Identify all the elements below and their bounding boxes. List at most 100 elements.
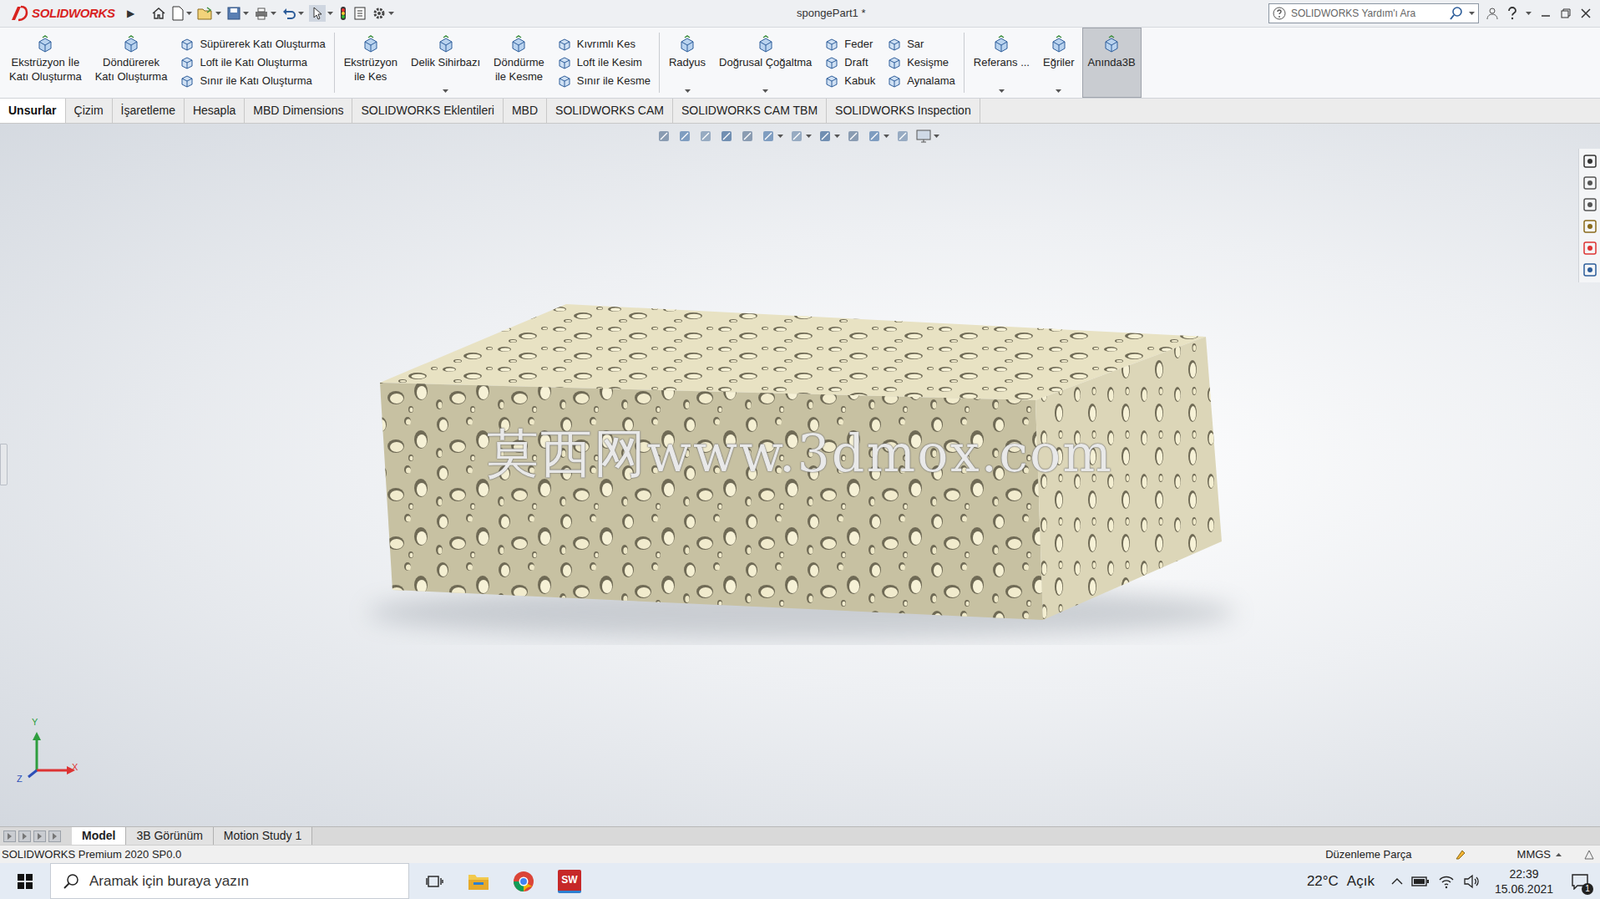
home-icon[interactable] (151, 5, 167, 21)
display-style-icon[interactable] (789, 128, 805, 144)
save-icon[interactable] (226, 5, 242, 21)
ribbon-small-button[interactable]: Loft ile Kesim (555, 54, 653, 72)
ribbon-button[interactable]: Delik Sihirbazı (405, 27, 487, 98)
new-file-icon[interactable] (171, 5, 185, 21)
dropdown-caret-icon[interactable] (684, 89, 691, 94)
model-tab[interactable]: 3B Görünüm (126, 826, 213, 845)
ribbon-button[interactable]: Doğrusal Çoğaltma (713, 27, 818, 98)
dropdown-caret-icon[interactable] (442, 89, 449, 94)
hud-button[interactable] (895, 128, 911, 144)
dropdown-caret-icon[interactable] (327, 11, 334, 16)
reference-triad[interactable]: YXZ (15, 726, 82, 785)
show-hidden-icons[interactable] (1391, 876, 1403, 886)
search-icon[interactable] (1448, 5, 1464, 21)
weather-condition[interactable]: Açık (1346, 870, 1375, 892)
hud-button[interactable] (656, 128, 672, 144)
units-caret-icon[interactable] (1555, 851, 1562, 856)
toolbar-button[interactable] (338, 5, 349, 21)
dropdown-caret-icon[interactable] (883, 134, 890, 139)
toolbar-button[interactable] (281, 5, 304, 21)
dropdown-caret-icon[interactable] (1525, 11, 1532, 16)
dropdown-caret-icon[interactable] (834, 134, 841, 139)
view-orientation-icon[interactable] (760, 128, 776, 144)
ribbon-button[interactable]: Ekstrüzyonile Kes (338, 27, 404, 98)
hud-button[interactable] (760, 128, 784, 144)
ribbon-small-button[interactable]: Aynalama (885, 72, 957, 91)
dropdown-caret-icon[interactable] (762, 89, 769, 94)
toolbar-button[interactable] (151, 5, 167, 21)
graphics-area[interactable]: 莫西网www.3dmox.comYXZ (0, 123, 1600, 826)
dropdown-caret-icon[interactable] (186, 11, 193, 16)
file-explorer-icon[interactable] (1582, 197, 1598, 213)
display-settings-button[interactable] (915, 128, 940, 144)
dynamic-annotation-icon[interactable] (739, 128, 755, 144)
custom-properties-icon[interactable] (1582, 262, 1598, 278)
dropdown-caret-icon[interactable] (1468, 11, 1475, 16)
dropdown-caret-icon[interactable] (215, 11, 222, 16)
previous-tab-icon[interactable] (18, 830, 31, 842)
clock[interactable]: 22:3915.06.2021 (1488, 865, 1560, 897)
toolbar-button[interactable] (353, 5, 367, 21)
user-icon[interactable] (1485, 6, 1499, 21)
ribbon-small-button[interactable]: Kesişme (885, 54, 957, 72)
ribbon-button[interactable]: Referans ... (967, 27, 1036, 98)
model-tab[interactable]: Motion Study 1 (213, 826, 313, 845)
model-tab[interactable]: Model (71, 826, 127, 845)
ribbon-small-button[interactable]: Loft ile Katı Oluşturma (177, 54, 327, 72)
dropdown-caret-icon[interactable] (298, 11, 304, 16)
help-search-placeholder[interactable]: SOLIDWORKS Yardım'ı Ara (1291, 5, 1444, 21)
help-icon[interactable] (1507, 6, 1518, 21)
command-tab[interactable]: Unsurlar (0, 98, 66, 123)
chrome-icon[interactable] (512, 870, 535, 892)
restore-icon[interactable] (1559, 7, 1572, 20)
ribbon-button[interactable]: DöndürerekKatı Oluşturma (89, 27, 174, 98)
weather-temperature[interactable]: 22°C (1306, 870, 1339, 892)
solidworks-taskbar-app[interactable]: SW (557, 869, 582, 893)
taskbar-search-placeholder[interactable]: Aramak için buraya yazın (89, 870, 249, 892)
hud-button[interactable] (677, 128, 693, 144)
edit-appearance-icon[interactable] (845, 128, 861, 144)
close-icon[interactable] (1579, 7, 1592, 20)
zoom-to-fit-icon[interactable] (656, 128, 672, 144)
minimize-icon[interactable] (1539, 7, 1552, 20)
file-properties-icon[interactable] (353, 5, 367, 21)
windows-start-icon[interactable] (0, 862, 51, 899)
task-view-icon[interactable] (425, 872, 445, 890)
rebuild-icon[interactable] (338, 5, 349, 21)
notification-center[interactable]: 1 (1568, 869, 1592, 893)
toolbar-button[interactable] (371, 5, 395, 21)
appearances-icon[interactable] (1582, 240, 1598, 256)
dropdown-caret-icon[interactable] (243, 11, 249, 16)
first-tab-icon[interactable] (3, 830, 16, 842)
ribbon-small-button[interactable]: Sınır ile Kesme (555, 72, 653, 91)
zoom-area-icon[interactable] (677, 128, 693, 144)
apply-scene-icon[interactable] (866, 128, 882, 144)
command-tab[interactable]: Çizim (65, 98, 113, 123)
ribbon-small-button[interactable]: Sınır ile Katı Oluşturma (177, 72, 327, 91)
options-icon[interactable] (371, 5, 387, 21)
hud-button[interactable] (817, 128, 841, 144)
hide-show-icon[interactable] (817, 128, 833, 144)
ribbon-button[interactable]: Ekstrüzyon İleKatı Oluşturma (3, 27, 88, 98)
ribbon-button[interactable]: Radyus (663, 27, 712, 98)
command-tab[interactable]: SOLIDWORKS CAM (546, 98, 674, 123)
hud-button[interactable] (718, 128, 735, 144)
toolbar-button[interactable] (171, 5, 193, 21)
monitor-icon[interactable] (915, 128, 932, 144)
taskbar-search-box[interactable]: Aramak için buraya yazın (50, 862, 410, 899)
feature-manager-toggle[interactable] (0, 443, 8, 486)
hud-button[interactable] (789, 128, 812, 144)
view-palette-icon[interactable] (1582, 218, 1598, 234)
rebuild-status-icon[interactable] (1453, 847, 1468, 861)
solidworks-logo[interactable]: SOLIDWORKS (0, 0, 122, 27)
speaker-icon[interactable] (1463, 873, 1480, 889)
ribbon-small-button[interactable]: Kabuk (822, 72, 877, 91)
wifi-icon[interactable] (1437, 873, 1455, 889)
command-tab[interactable]: SOLIDWORKS Inspection (826, 98, 981, 123)
dropdown-caret-icon[interactable] (1055, 89, 1062, 94)
ribbon-small-button[interactable]: Draft (822, 54, 877, 72)
undo-icon[interactable] (281, 5, 297, 21)
hud-button[interactable] (866, 128, 890, 144)
toolbar-button[interactable] (197, 5, 222, 21)
dropdown-caret-icon[interactable] (805, 134, 812, 139)
